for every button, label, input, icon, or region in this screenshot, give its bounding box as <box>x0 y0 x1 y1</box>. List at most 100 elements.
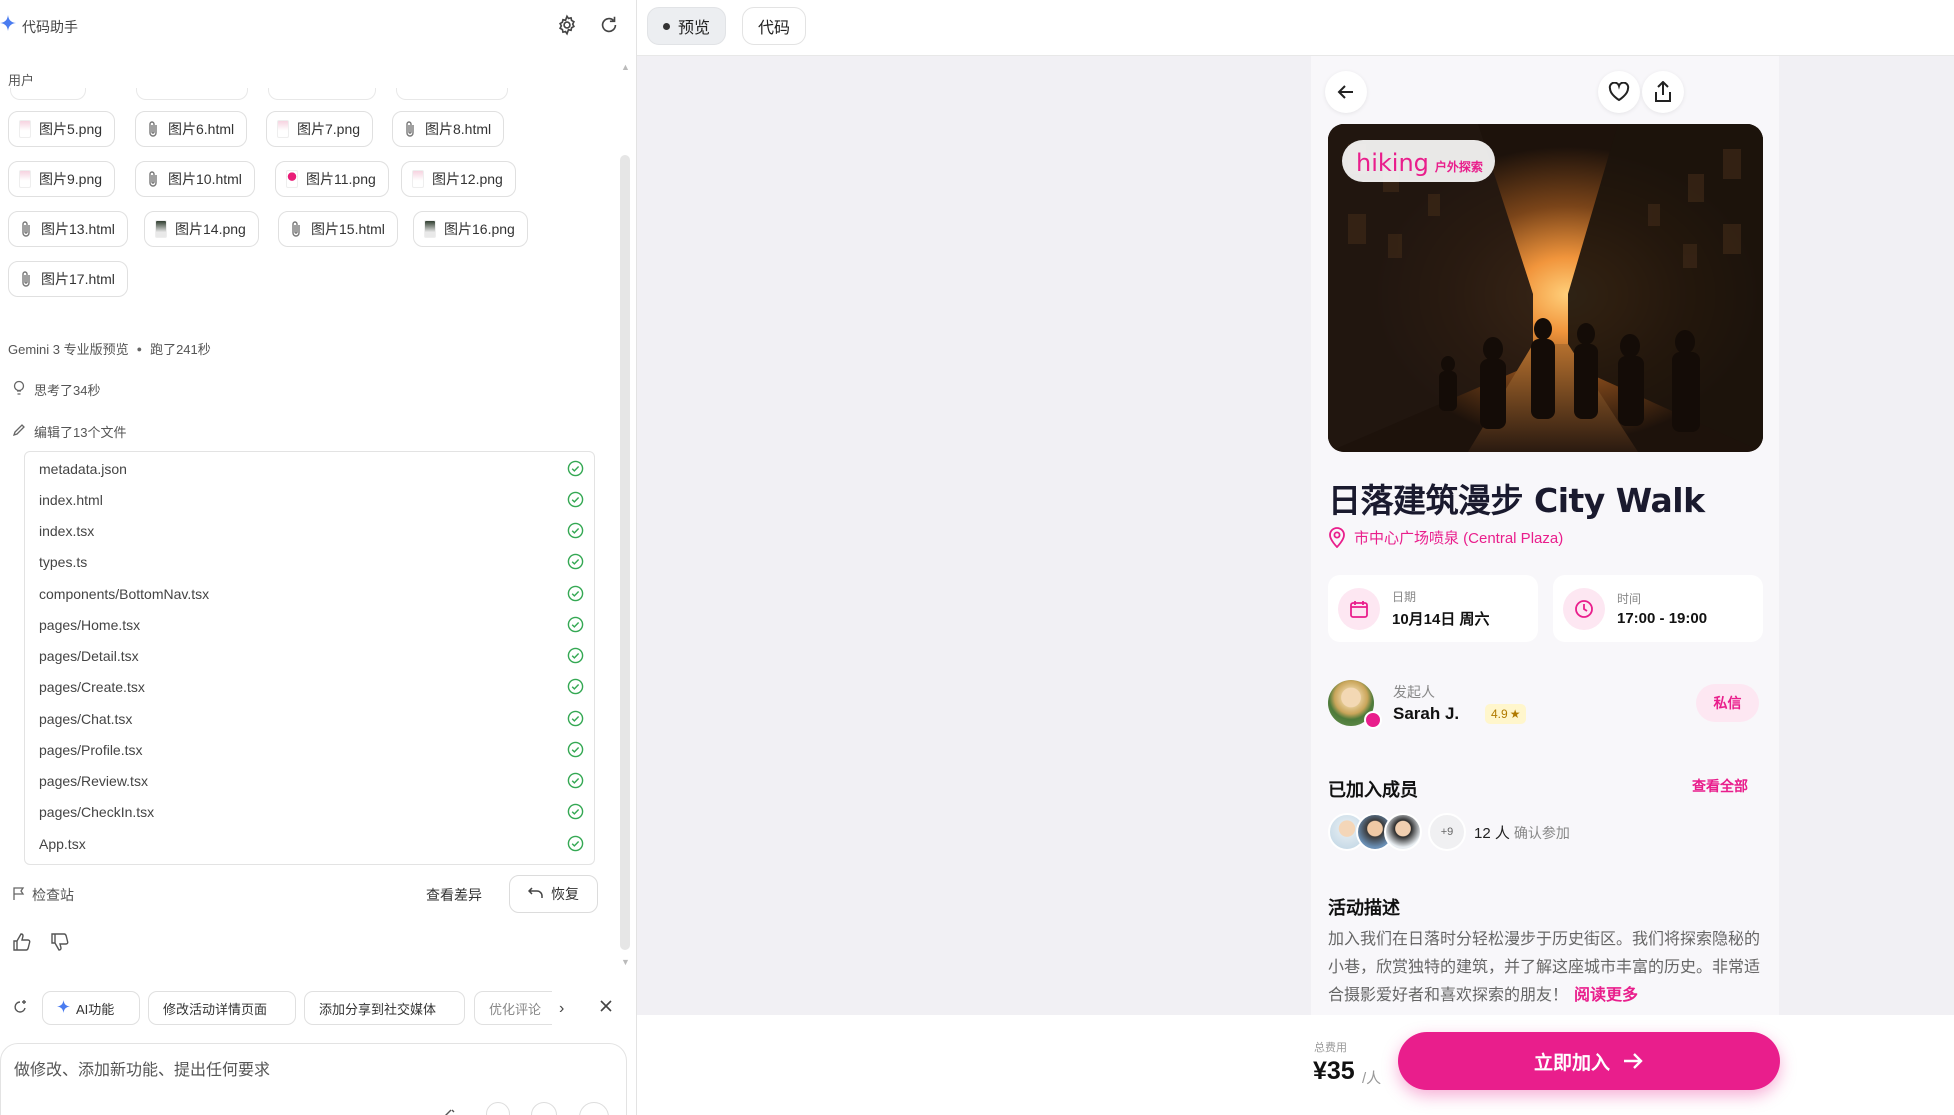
attachment-chip[interactable]: 图片9.png <box>8 161 116 197</box>
file-row[interactable]: pages/Create.tsx <box>39 671 584 702</box>
verified-badge-icon <box>1364 711 1382 729</box>
description-title: 活动描述 <box>1328 898 1400 918</box>
paperclip-icon <box>19 270 33 288</box>
view-diff-button[interactable]: 查看差异 <box>426 885 482 905</box>
event-location[interactable]: 市中心广场喷泉 (Central Plaza) <box>1328 526 1563 548</box>
attach-icon[interactable] <box>531 1102 557 1115</box>
check-circle-icon <box>567 772 584 789</box>
price-unit: /人 <box>1362 1070 1382 1087</box>
attachment-chip[interactable]: 图片17.html <box>8 261 128 297</box>
close-icon[interactable] <box>598 998 614 1019</box>
checkpoint-label: 检查站 <box>12 885 74 905</box>
paperclip-icon <box>19 220 33 238</box>
paperclip-icon <box>146 120 160 138</box>
prompt-input[interactable] <box>14 1059 574 1083</box>
date-card: 日期 10月14日 周六 <box>1328 575 1538 642</box>
scroll-up-icon[interactable]: ▲ <box>621 62 630 72</box>
share-button[interactable] <box>1642 71 1684 113</box>
tab-code[interactable]: 代码 <box>742 7 807 45</box>
attachment-chip[interactable]: 图片16.png <box>413 211 528 247</box>
file-row[interactable]: pages/Review.tsx <box>39 765 584 796</box>
favorite-button[interactable] <box>1598 71 1640 113</box>
join-now-button[interactable]: 立即加入 <box>1398 1032 1780 1090</box>
restore-button[interactable]: 恢复 <box>509 875 598 913</box>
suggestion-chip[interactable]: 修改活动详情页面 <box>148 991 296 1025</box>
event-title: 日落建筑漫步 City Walk <box>1328 481 1705 520</box>
attachment-chip[interactable]: 图片6.html <box>135 111 248 147</box>
suggestion-chip[interactable]: 添加分享到社交媒体 <box>304 991 465 1025</box>
check-circle-icon <box>567 803 584 820</box>
file-row[interactable]: index.html <box>39 484 584 515</box>
price-label: 总费用 <box>1314 1042 1347 1054</box>
see-all-members-link[interactable]: 查看全部 <box>1692 776 1748 796</box>
suggestion-chip[interactable]: 优化评论 <box>474 991 552 1025</box>
check-circle-icon <box>567 678 584 695</box>
edited-files-summary[interactable]: 编辑了13个文件 <box>12 422 126 441</box>
chip-scrolled <box>396 88 508 100</box>
attachment-chip[interactable]: 图片8.html <box>392 111 505 147</box>
file-row[interactable]: pages/Profile.tsx <box>39 734 584 765</box>
file-row[interactable]: pages/CheckIn.tsx <box>39 796 584 827</box>
check-circle-icon <box>567 616 584 633</box>
user-label: 用户 <box>8 73 35 88</box>
thumbs-down-icon[interactable] <box>50 932 70 957</box>
heart-icon <box>1608 82 1630 102</box>
image-thumbnail <box>424 220 436 238</box>
chevron-right-icon[interactable]: › <box>559 1000 564 1018</box>
host-name: Sarah J. <box>1393 704 1460 723</box>
message-host-button[interactable]: 私信 <box>1696 684 1759 722</box>
scrollbar-thumb[interactable] <box>620 155 630 950</box>
flag-icon <box>12 886 26 904</box>
arrow-left-icon <box>1337 85 1353 99</box>
file-row[interactable]: metadata.json <box>39 453 584 484</box>
check-circle-icon <box>567 585 584 602</box>
file-row[interactable]: pages/Detail.tsx <box>39 640 584 671</box>
settings-gear-icon[interactable] <box>556 14 578 36</box>
undo-arrow-icon <box>527 886 543 902</box>
read-more-link[interactable]: 阅读更多 <box>1574 987 1638 1004</box>
members-count: 12 人确认参加 <box>1474 825 1570 842</box>
image-thumbnail <box>412 170 424 188</box>
event-description: 加入我们在日落时分轻松漫步于历史街区。我们将探索隐秘的小巷，欣赏独特的建筑，并了… <box>1328 931 1761 1004</box>
file-row[interactable]: components/BottomNav.tsx <box>39 578 584 609</box>
sparkle-icon <box>57 1000 70 1016</box>
file-row[interactable]: types.ts <box>39 546 584 577</box>
lightbulb-icon <box>12 380 26 399</box>
mic-icon[interactable] <box>486 1102 510 1115</box>
attachment-chip[interactable]: 图片10.html <box>135 161 255 197</box>
separator-dot: ● <box>136 343 143 354</box>
attachment-chip[interactable]: 图片12.png <box>401 161 516 197</box>
tab-preview[interactable]: 预览 <box>647 7 727 45</box>
assistant-header: 代码助手 <box>0 0 637 50</box>
file-row[interactable]: pages/Chat.tsx <box>39 703 584 734</box>
check-circle-icon <box>567 647 584 664</box>
host-rating-badge: 4.9 ★ <box>1485 704 1527 724</box>
chip-scrolled <box>10 88 86 100</box>
thought-summary[interactable]: 思考了34秒 <box>12 380 100 399</box>
file-row[interactable]: pages/Home.tsx <box>39 609 584 640</box>
suggestion-ai-features[interactable]: AI功能 <box>42 991 140 1025</box>
check-circle-icon <box>567 835 584 852</box>
booking-bar: 总费用 ¥35 /人 立即加入 <box>637 1015 1954 1115</box>
event-hero-image: hiking 户外探索 <box>1328 124 1763 452</box>
share-icon <box>1655 81 1671 102</box>
attachment-chip[interactable]: 图片5.png <box>8 111 116 147</box>
paperclip-icon <box>403 120 417 138</box>
attachment-chip[interactable]: 图片15.html <box>278 211 398 247</box>
back-button[interactable] <box>1325 71 1367 113</box>
send-icon[interactable] <box>579 1102 609 1115</box>
attachment-chip[interactable]: 图片14.png <box>144 211 259 247</box>
refresh-icon[interactable] <box>598 14 620 36</box>
wand-icon[interactable] <box>441 1106 457 1115</box>
check-circle-icon <box>567 710 584 727</box>
member-avatar[interactable] <box>1384 813 1422 851</box>
thumbs-up-icon[interactable] <box>12 932 32 957</box>
more-members-badge[interactable]: +9 <box>1428 813 1466 851</box>
attachment-chip[interactable]: 图片13.html <box>8 211 128 247</box>
attachment-chip[interactable]: 图片11.png <box>275 161 389 197</box>
file-row[interactable]: App.tsx <box>39 828 584 859</box>
file-row[interactable]: index.tsx <box>39 515 584 546</box>
attachment-chip[interactable]: 图片7.png <box>266 111 374 147</box>
magic-suggest-icon[interactable] <box>10 999 28 1022</box>
scroll-down-icon[interactable]: ▼ <box>621 957 630 967</box>
